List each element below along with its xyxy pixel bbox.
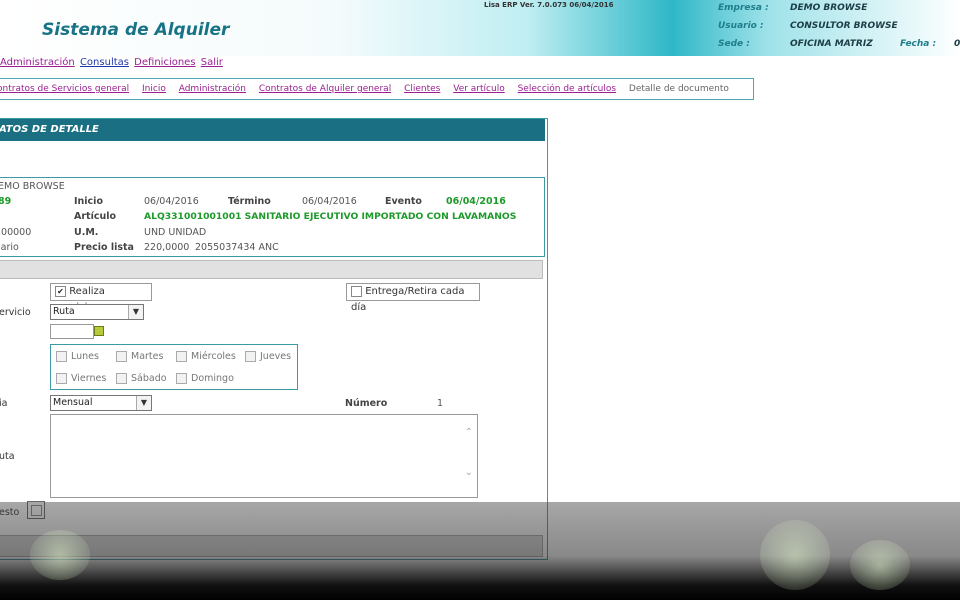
day-lunes[interactable]: Lunes — [56, 351, 99, 362]
termino-label: Término — [228, 196, 271, 207]
termino-value: 06/04/2016 — [302, 196, 357, 207]
calendar-icon[interactable] — [94, 326, 104, 336]
breadcrumb-ver-articulo[interactable]: Ver artículo — [453, 84, 504, 94]
quantity-value: ,00000 — [0, 227, 32, 238]
scroll-down-icon[interactable]: ⌄ — [465, 467, 473, 478]
menu-administracion[interactable]: Administración — [0, 57, 75, 68]
day-miercoles[interactable]: Miércoles — [176, 351, 236, 362]
menu-consultas[interactable]: Consultas — [80, 57, 129, 68]
articulo-value: ALQ331001001001 SANITARIO EJECUTIVO IMPO… — [144, 211, 517, 222]
day-domingo[interactable]: Domingo — [176, 373, 234, 384]
light-blob — [30, 530, 90, 580]
frecuencia-label: ia — [0, 398, 8, 409]
precio-extra: 2055037434 ANC — [195, 242, 279, 253]
day-jueves[interactable]: Jueves — [245, 351, 291, 362]
menu-definiciones[interactable]: Definiciones — [134, 57, 195, 68]
info-box: EMO BROWSE 89 Inicio 06/04/2016 Término … — [0, 177, 545, 257]
breadcrumb-detalle-documento: Detalle de documento — [628, 84, 729, 94]
checkbox-icon — [351, 285, 362, 297]
realiza-servicios-checkbox[interactable]: ✔ Realiza servicios — [50, 283, 152, 313]
breadcrumb-clientes[interactable]: Clientes — [404, 84, 440, 94]
servicio-select[interactable]: Ruta ▼ — [50, 304, 144, 320]
inicio-label: Inicio — [74, 196, 103, 207]
frecuencia-select[interactable]: Mensual ▼ — [50, 395, 152, 411]
um-label: U.M. — [74, 227, 99, 238]
scroll-up-icon[interactable]: ⌃ — [465, 427, 473, 438]
client-name: EMO BROWSE — [0, 181, 65, 192]
numero-value: 1 — [437, 398, 444, 409]
day-martes[interactable]: Martes — [116, 351, 163, 362]
sede-value: OFICINA MATRIZ — [790, 39, 873, 49]
entrega-retira-checkbox[interactable]: Entrega/Retira cada día — [346, 283, 480, 313]
version-text: Lisa ERP Ver. 7.0.073 06/04/2016 — [484, 1, 614, 9]
entrega-retira-label: Entrega/Retira cada día — [351, 286, 465, 313]
um-value: UND UNIDAD — [144, 227, 207, 238]
chevron-down-icon: ▼ — [136, 396, 151, 410]
precio-label: Precio lista — [74, 242, 134, 253]
checked-icon: ✔ — [55, 285, 66, 297]
date-input[interactable] — [50, 324, 94, 339]
ruta-label: uta — [0, 451, 15, 462]
evento-label: Evento — [385, 196, 422, 207]
weekdays-box: Lunes Martes Miércoles Jueves Viernes Sá… — [50, 344, 298, 390]
light-blob — [760, 520, 830, 590]
main-menu: Administración Consultas Definiciones Sa… — [0, 57, 225, 73]
breadcrumb-contratos-servicios[interactable]: ontratos de Servicios general — [0, 84, 129, 94]
day-viernes[interactable]: Viernes — [56, 373, 106, 384]
frecuencia-select-value: Mensual — [53, 397, 93, 408]
fecha-label: Fecha : — [900, 39, 937, 49]
ruta-textarea[interactable]: ⌃ ⌄ — [50, 414, 478, 498]
numero-label: Número — [345, 398, 388, 409]
articulo-label: Artículo — [74, 211, 117, 222]
sede-label: Sede : — [718, 39, 750, 49]
breadcrumb-administracion[interactable]: Administración — [179, 84, 246, 94]
panel-title: ATOS DE DETALLE — [0, 119, 545, 141]
diario-label: iario — [0, 242, 19, 253]
breadcrumb: ontratos de Servicios general Inicio Adm… — [0, 78, 754, 100]
contract-number: 89 — [0, 196, 12, 207]
empresa-label: Empresa : — [718, 3, 769, 13]
empresa-value: DEMO BROWSE — [790, 3, 868, 13]
light-blob — [850, 540, 910, 590]
inicio-value: 06/04/2016 — [144, 196, 199, 207]
breadcrumb-seleccion-articulos[interactable]: Selección de artículos — [518, 84, 616, 94]
chevron-down-icon: ▼ — [128, 305, 143, 319]
servicio-select-value: Ruta — [53, 306, 75, 317]
breadcrumb-inicio[interactable]: Inicio — [142, 84, 166, 94]
usuario-value: CONSULTOR BROWSE — [790, 21, 898, 31]
fecha-value: 0 — [954, 39, 960, 49]
breadcrumb-contratos-alquiler[interactable]: Contratos de Alquiler general — [259, 84, 391, 94]
section-separator — [0, 260, 543, 279]
precio-value: 220,0000 — [144, 242, 190, 253]
usuario-label: Usuario : — [718, 21, 764, 31]
menu-salir[interactable]: Salir — [201, 57, 223, 68]
detail-panel: ATOS DE DETALLE EMO BROWSE 89 Inicio 06/… — [0, 118, 548, 560]
servicio-label: ervicio — [0, 307, 31, 318]
app-header: Sistema de Alquiler Lisa ERP Ver. 7.0.07… — [0, 0, 960, 56]
day-sabado[interactable]: Sábado — [116, 373, 167, 384]
evento-value: 06/04/2016 — [446, 196, 506, 207]
app-title: Sistema de Alquiler — [42, 20, 230, 40]
